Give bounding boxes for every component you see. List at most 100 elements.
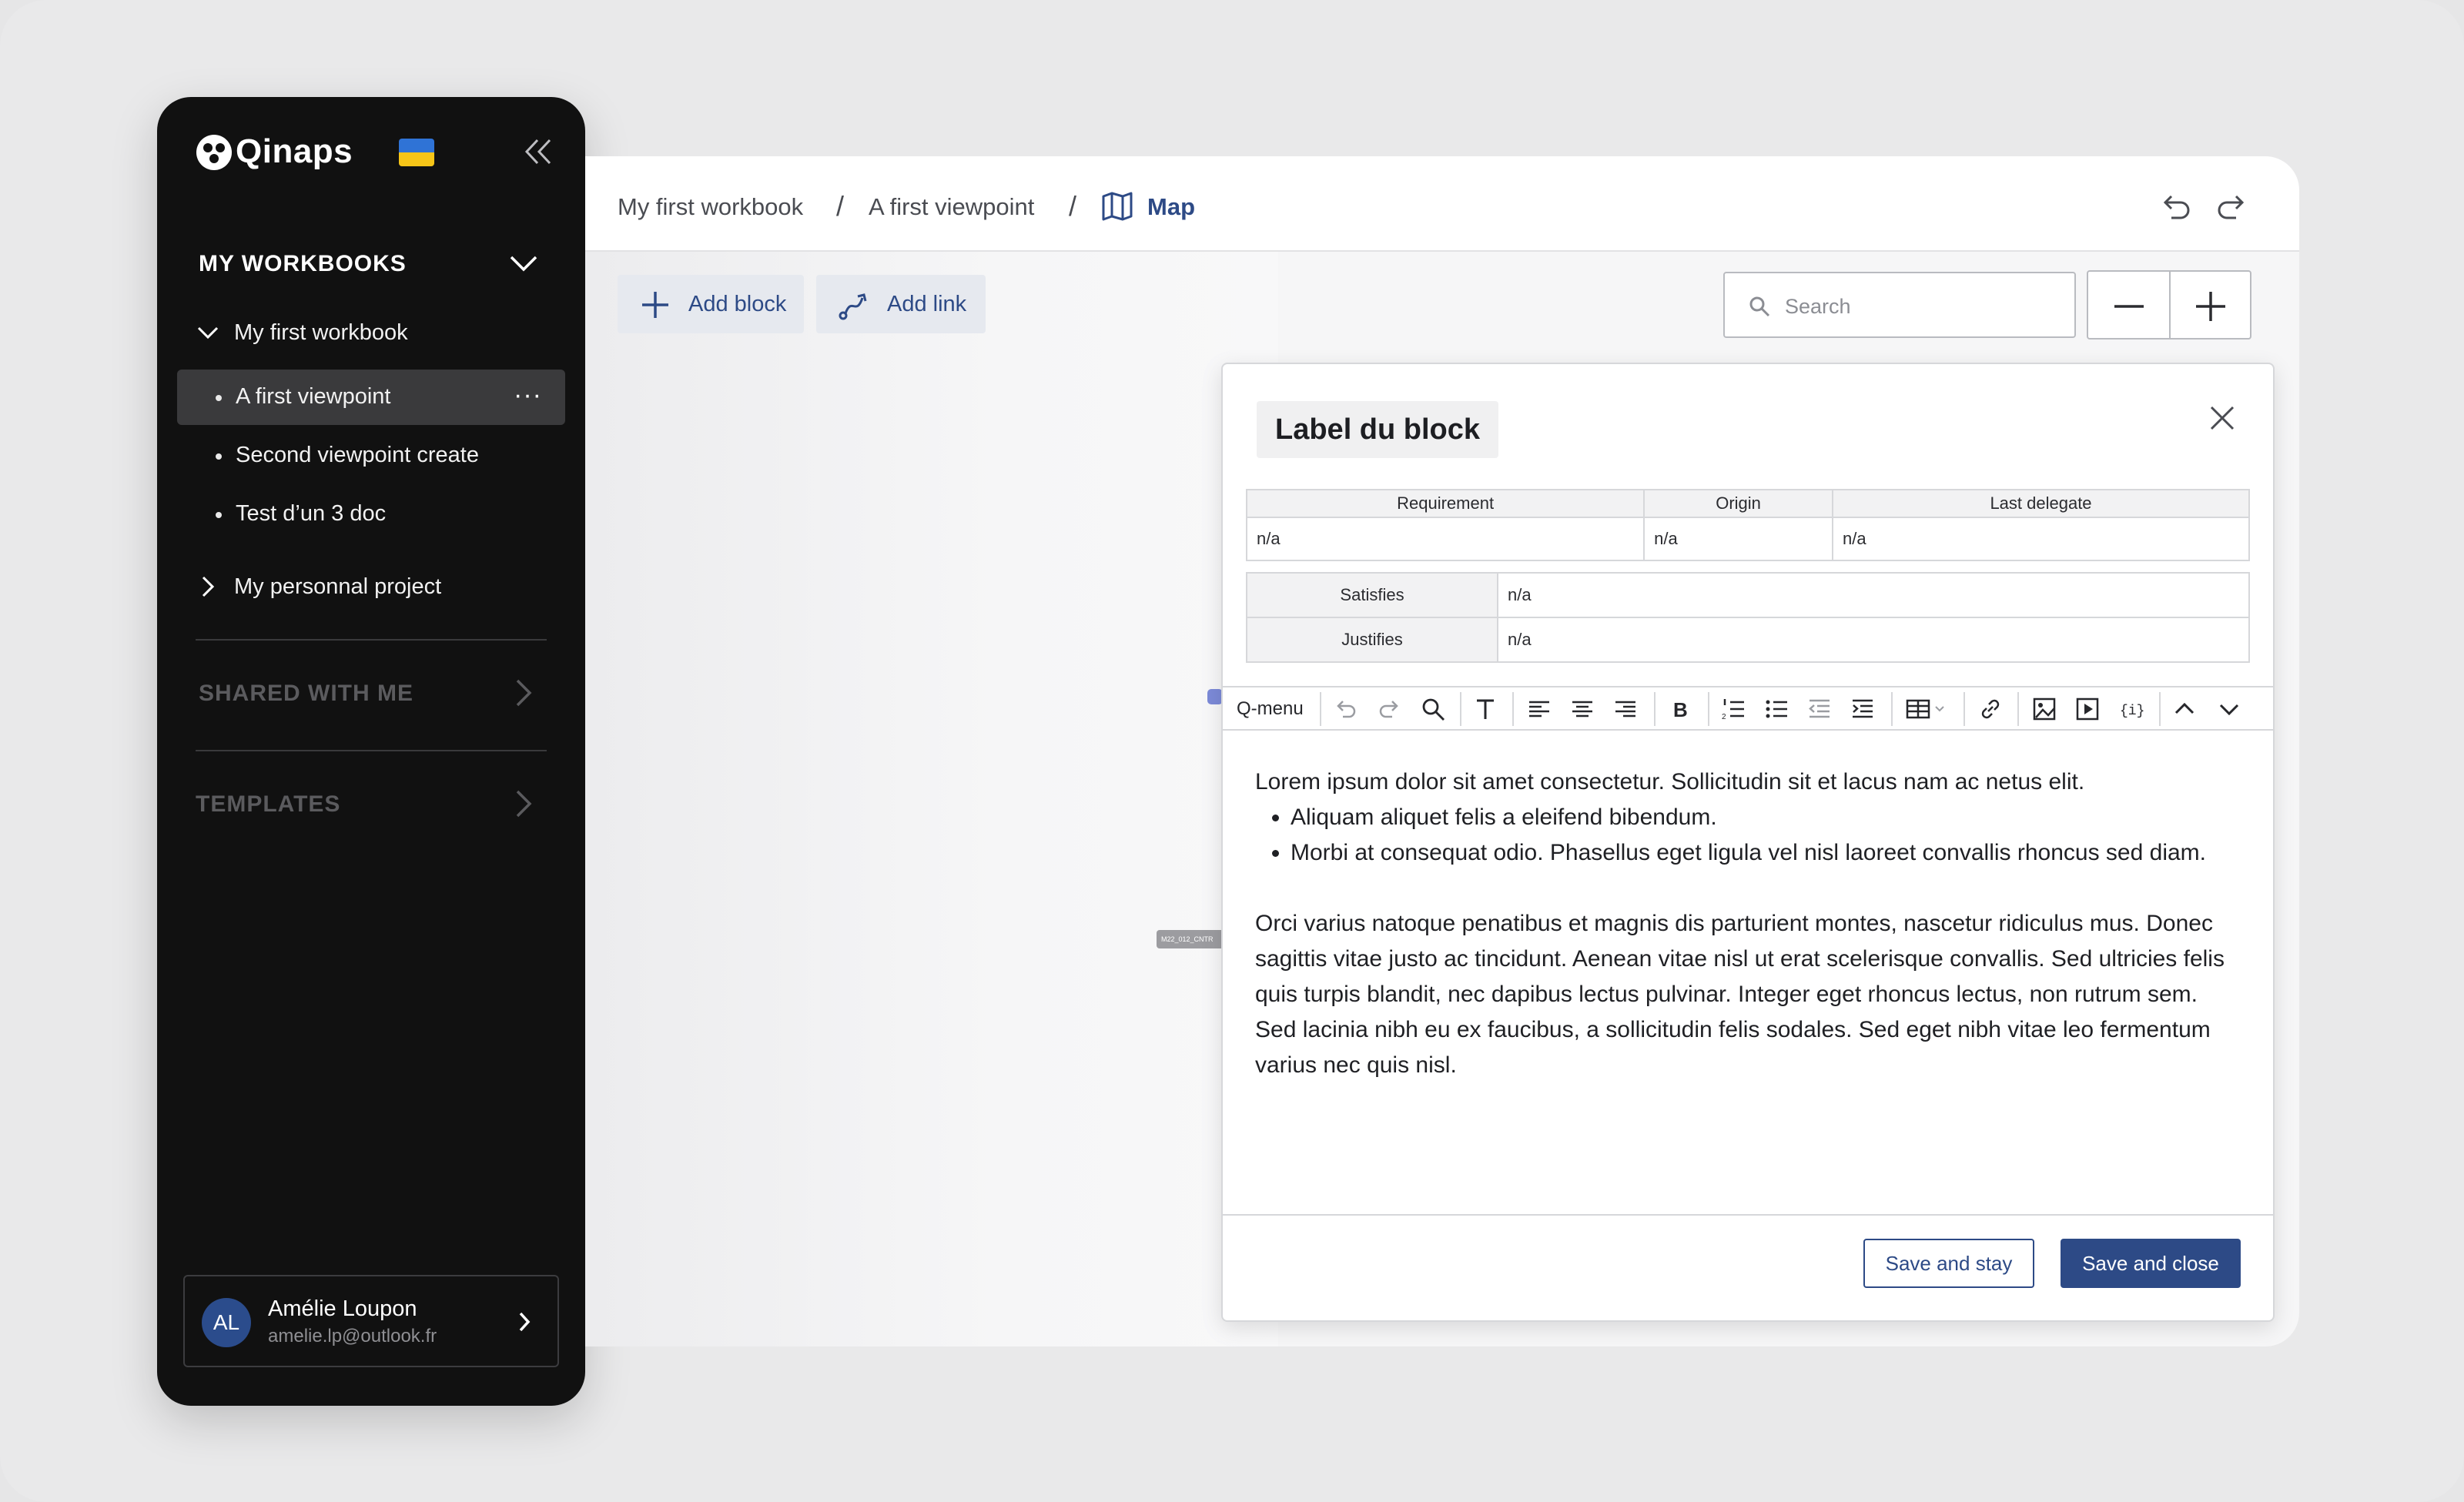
add-link-button[interactable]: Add link [816, 275, 986, 333]
bullet-list-icon[interactable] [1763, 696, 1789, 722]
list-item: Aliquam aliquet felis a eleifend bibendu… [1291, 800, 2241, 835]
svg-text:2: 2 [1722, 713, 1726, 721]
find-icon[interactable] [1420, 696, 1446, 722]
chevron-down-icon[interactable] [196, 320, 220, 345]
zoom-out-icon[interactable] [2110, 287, 2148, 326]
map-canvas[interactable] [585, 252, 1278, 1346]
viewpoint-label: Test d’un 3 doc [236, 501, 387, 526]
topbar: My first workbook / A first viewpoint / … [585, 156, 2299, 252]
block-meta-table: Requirement Origin Last delegate n/a n/a… [1245, 489, 2251, 561]
search-input[interactable]: Search [1723, 272, 2076, 338]
modal-footer: Save and stay Save and close [1223, 1214, 2273, 1320]
bullet-dot-icon [216, 512, 222, 518]
chevron-right-icon[interactable] [510, 1307, 539, 1336]
plus-icon [642, 292, 668, 318]
rich-text-editor[interactable]: Lorem ipsum dolor sit amet consectetur. … [1255, 764, 2241, 1083]
header-requirement: Requirement [1245, 489, 1645, 518]
save-and-close-button[interactable]: Save and close [2061, 1239, 2241, 1288]
indent-icon[interactable] [1850, 696, 1876, 722]
bold-icon[interactable]: B [1666, 696, 1692, 722]
close-icon[interactable] [2205, 401, 2239, 435]
satisfies-label: Satisfies [1246, 572, 1498, 618]
workbook-my-first-workbook[interactable]: My first workbook [196, 309, 547, 356]
align-center-icon[interactable] [1569, 696, 1595, 722]
justifies-label: Justifies [1246, 617, 1498, 663]
chevron-down-icon[interactable] [2216, 696, 2242, 722]
qinaps-logo-icon [196, 135, 232, 170]
outdent-icon[interactable] [1806, 696, 1833, 722]
breadcrumb-separator: / [836, 190, 845, 222]
last-delegate-value: n/a [1831, 517, 2251, 561]
connection-port[interactable] [1207, 689, 1223, 704]
image-icon[interactable] [2031, 696, 2057, 722]
breadcrumb-view-map[interactable]: Map [1147, 193, 1195, 221]
justifies-value: n/a [1497, 617, 2250, 663]
workbook-label: My personnal project [234, 574, 442, 599]
header-last-delegate: Last delegate [1831, 489, 2251, 518]
viewpoint-label: Second viewpoint create [236, 443, 479, 467]
satisfies-value: n/a [1497, 572, 2250, 618]
header-origin: Origin [1643, 489, 1833, 518]
align-left-icon[interactable] [1526, 696, 1552, 722]
user-card[interactable]: AL Amélie Loupon amelie.lp@outlook.fr [183, 1275, 559, 1367]
workbook-my-personnal-project[interactable]: My personnal project [196, 564, 547, 610]
viewpoint-item-test[interactable]: Test d’un 3 doc [177, 487, 565, 542]
breadcrumb-viewpoint[interactable]: A first viewpoint [869, 193, 1034, 221]
app-name: Qinaps [236, 132, 353, 170]
code-braces-icon[interactable]: {i} [2118, 696, 2144, 722]
my-workbooks-label: MY WORKBOOKS [199, 251, 407, 276]
text-format-icon[interactable] [1472, 696, 1498, 722]
logo-row: Qinaps [196, 132, 557, 219]
map-node[interactable]: M22_012_CNTR [1157, 930, 1226, 948]
user-email: amelie.lp@outlook.fr [268, 1326, 437, 1346]
double-chevron-left-icon[interactable] [519, 132, 557, 171]
templates-label: TEMPLATES [196, 791, 341, 817]
zoom-in-icon[interactable] [2191, 287, 2230, 326]
q-menu-button[interactable]: Q-menu [1237, 698, 1304, 720]
add-block-button[interactable]: Add block [618, 275, 804, 333]
save-and-stay-button[interactable]: Save and stay [1863, 1239, 2034, 1288]
chevron-down-icon[interactable] [507, 246, 541, 280]
more-options-icon[interactable]: ··· [514, 380, 542, 410]
breadcrumb-workbook[interactable]: My first workbook [618, 193, 803, 221]
redo-icon[interactable] [1377, 696, 1403, 722]
chevron-up-icon[interactable] [2171, 696, 2198, 722]
origin-value: n/a [1643, 517, 1833, 561]
modal-title[interactable]: Label du block [1257, 401, 1499, 458]
chevron-right-icon[interactable] [507, 787, 541, 821]
chevron-right-icon[interactable] [507, 676, 541, 710]
content-bullet-list: Aliquam aliquet felis a eleifend bibendu… [1291, 800, 2241, 871]
media-icon[interactable] [2074, 696, 2101, 722]
workbook-label: My first workbook [234, 320, 408, 345]
add-link-label: Add link [887, 292, 967, 316]
viewpoint-item-second[interactable]: Second viewpoint create [177, 428, 565, 483]
list-item: Morbi at consequat odio. Phasellus eget … [1291, 835, 2241, 871]
link-icon[interactable] [1977, 696, 2004, 722]
sidebar-divider [196, 750, 547, 751]
bullet-dot-icon [216, 395, 222, 401]
relations-table: Satisfies n/a Justifies n/a [1246, 572, 2250, 663]
align-right-icon[interactable] [1612, 696, 1639, 722]
shared-with-me-label: SHARED WITH ME [199, 681, 413, 706]
undo-icon[interactable] [1332, 696, 1358, 722]
my-workbooks-section[interactable]: MY WORKBOOKS [199, 242, 544, 288]
viewpoint-item-a-first-viewpoint[interactable]: A first viewpoint ··· [177, 370, 565, 425]
redo-icon[interactable] [2215, 189, 2251, 226]
zoom-controls [2087, 270, 2251, 340]
rich-text-toolbar: Q-menu B 2 {i} [1223, 686, 2273, 731]
breadcrumb-separator: / [1069, 190, 1077, 222]
bullet-dot-icon [216, 453, 222, 460]
templates-section[interactable]: TEMPLATES [196, 782, 544, 828]
svg-text:B: B [1673, 698, 1688, 721]
content-paragraph: Orci varius natoque penatibus et magnis … [1255, 911, 2225, 1078]
numbered-list-icon[interactable]: 2 [1720, 696, 1746, 722]
undo-icon[interactable] [2156, 189, 2193, 226]
block-editor-modal: Label du block Requirement Origin Last d… [1221, 363, 2275, 1322]
avatar: AL [202, 1298, 251, 1347]
chevron-right-icon[interactable] [196, 574, 220, 599]
search-icon [1749, 296, 1770, 317]
shared-with-me-section[interactable]: SHARED WITH ME [199, 671, 544, 718]
table-dropdown-icon[interactable] [1905, 696, 1951, 722]
svg-text:{i}: {i} [2120, 704, 2144, 719]
viewpoint-label: A first viewpoint [236, 384, 391, 409]
